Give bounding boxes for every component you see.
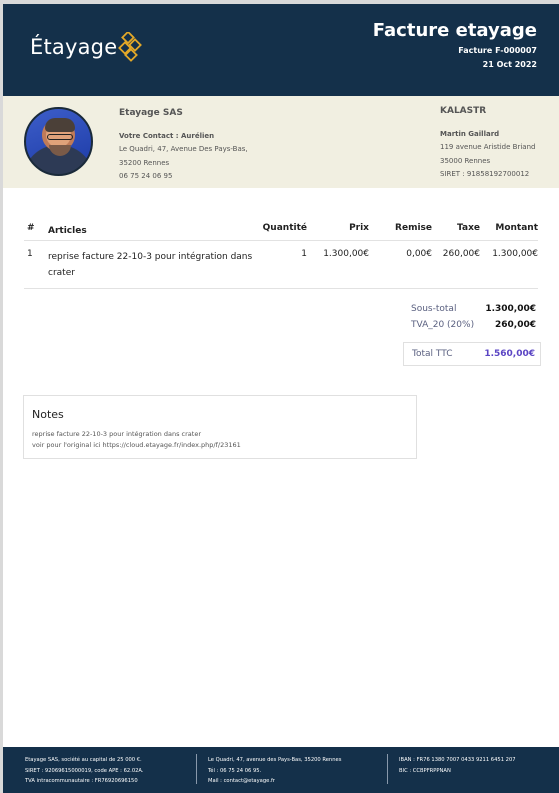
invoice-page: Étayage Facture etayage Facture F-000007… [3,4,559,793]
invoice-header: Étayage Facture etayage Facture F-000007… [3,4,559,96]
row-num: 1 [27,249,33,259]
seller-address-line2: 35200 Rennes [119,158,170,167]
footer-divider [196,754,197,784]
client-siret: SIRET : 91858192700012 [440,170,530,178]
parties-band: Etayage SAS Votre Contact : Aurélien Le … [3,96,559,188]
logo-text: Étayage [30,35,118,59]
avatar [24,107,93,176]
footer-line: Le Quadri, 47, avenue des Pays-Bas, 3520… [208,757,342,763]
footer-contact: Le Quadri, 47, avenue des Pays-Bas, 3520… [208,755,341,787]
total-ttc-label: Total TTC [412,349,453,359]
company-logo: Étayage [30,30,144,64]
header-num: # [27,223,35,233]
subtotal-line: Sous-total 1.300,00€ [403,304,541,320]
row-amount: 1.300,00€ [492,249,538,259]
footer-divider [387,754,388,784]
total-ttc-line: Total TTC 1.560,00€ [403,342,541,366]
client-company: KALASTR [440,106,487,116]
vat-line: TVA_20 (20%) 260,00€ [403,320,541,336]
items-table: # Articles Quantité Prix Remise Taxe Mon… [24,223,538,289]
notes-line-2: voir pour l'original ici https://cloud.e… [32,441,241,449]
table-row: 1 reprise facture 22-10-3 pour intégrati… [24,241,538,289]
client-person: Martin Gaillard [440,129,500,138]
notes-box: Notes reprise facture 22-10-3 pour intég… [23,395,417,459]
client-address-line1: 119 avenue Aristide Briand [440,143,536,151]
footer-line: IBAN : FR76 1380 7007 0433 9211 6451 207 [399,757,516,763]
header-discount: Remise [395,223,432,233]
header-amount: Montant [495,223,538,233]
invoice-number: Facture F-000007 [458,46,537,55]
header-article: Articles [48,226,87,236]
invoice-footer: Etayage SAS, société au capital de 25 00… [3,747,559,793]
footer-line: Tél : 06 75 24 06 95. [208,767,262,774]
row-article: reprise facture 22-10-3 pour intégration… [48,252,253,278]
vat-value: 260,00€ [495,320,536,330]
row-discount: 0,00€ [406,249,432,259]
vat-label: TVA_20 (20%) [411,320,475,330]
total-ttc-value: 1.560,00€ [484,349,535,359]
header-tax: Taxe [457,223,480,233]
footer-line: Etayage SAS, société au capital de 25 00… [25,757,142,763]
seller-phone: 06 75 24 06 95 [119,172,173,180]
invoice-title: Facture etayage [372,20,537,41]
footer-line: Mail : contact@etayage.fr [208,778,275,784]
row-quantity: 1 [301,249,307,259]
subtotal-value: 1.300,00€ [485,304,536,314]
header-quantity: Quantité [262,223,307,233]
logo-mark-icon [118,32,143,62]
notes-body: reprise facture 22-10-3 pour intégration… [32,429,408,451]
footer-bank: IBAN : FR76 1380 7007 0433 9211 6451 207… [399,755,516,776]
table-header: # Articles Quantité Prix Remise Taxe Mon… [24,223,538,241]
header-price: Prix [349,223,369,233]
footer-company-legal: Etayage SAS, société au capital de 25 00… [25,755,144,787]
notes-line-1: reprise facture 22-10-3 pour intégration… [32,430,201,438]
client-address-line2: 35000 Rennes [440,156,491,165]
seller-company: Etayage SAS [119,108,183,118]
row-price: 1.300,00€ [323,249,369,259]
seller-address-line1: Le Quadri, 47, Avenue Des Pays-Bas, [119,145,248,153]
totals-block: Sous-total 1.300,00€ TVA_20 (20%) 260,00… [403,304,541,366]
row-tax: 260,00€ [442,249,480,259]
seller-info: Etayage SAS Votre Contact : Aurélien Le … [119,107,248,184]
subtotal-label: Sous-total [411,304,457,314]
footer-line: BIC : CCBPFRPPNAN [399,767,451,774]
client-info: KALASTR Martin Gaillard 119 avenue Arist… [440,105,535,182]
footer-line: TVA intracommunautaire : FR76920696150 [25,778,138,784]
footer-line: SIRET : 92069615000019, code APE : 62.02… [25,767,144,774]
seller-contact: Votre Contact : Aurélien [119,131,215,140]
notes-title: Notes [32,408,64,421]
invoice-date: 21 Oct 2022 [482,60,537,69]
